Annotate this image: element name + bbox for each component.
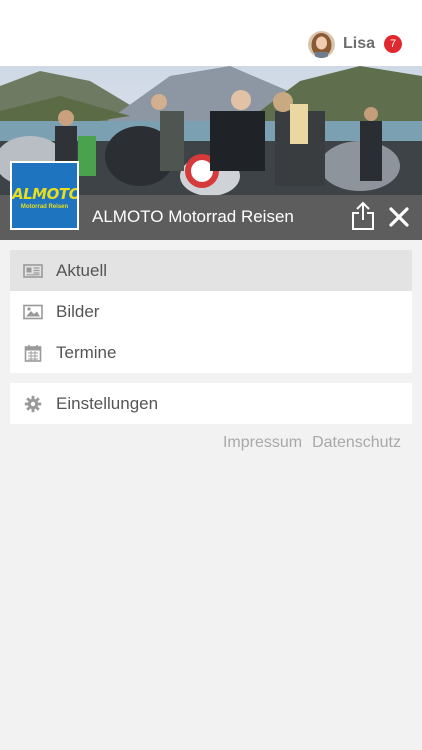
- calendar-icon: [10, 344, 56, 362]
- close-icon: [389, 207, 409, 227]
- page-title: ALMOTO Motorrad Reisen: [92, 207, 294, 226]
- menu-item-aktuell[interactable]: Aktuell: [10, 250, 412, 291]
- menu-item-einstellungen[interactable]: Einstellungen: [10, 383, 412, 424]
- main-menu: Aktuell Bilder Termine: [10, 250, 412, 373]
- footer-links: Impressum Datenschutz: [223, 434, 401, 452]
- menu-item-label: Aktuell: [56, 260, 108, 280]
- datenschutz-link[interactable]: Datenschutz: [312, 434, 401, 452]
- top-bar: Lisa 7: [0, 0, 422, 66]
- logo-subtext: Motorrad Reisen: [20, 204, 69, 210]
- gear-icon: [10, 395, 56, 413]
- notification-badge[interactable]: 7: [384, 35, 402, 53]
- app-logo: ALMOTO Motorrad Reisen: [10, 161, 79, 230]
- menu-item-bilder[interactable]: Bilder: [10, 291, 412, 332]
- hero-banner: ALMOTO Motorrad Reisen ALMOTO Motorrad R…: [0, 66, 422, 240]
- user-name[interactable]: Lisa: [343, 35, 375, 53]
- menu-item-label: Einstellungen: [56, 393, 159, 413]
- share-button[interactable]: [350, 201, 376, 231]
- image-icon: [10, 304, 56, 320]
- impressum-link[interactable]: Impressum: [223, 434, 302, 452]
- menu-item-label: Bilder: [56, 301, 100, 321]
- newspaper-icon: [10, 263, 56, 279]
- close-button[interactable]: [386, 204, 412, 230]
- share-icon: [352, 201, 374, 230]
- avatar[interactable]: [307, 30, 335, 58]
- logo-text: ALMOTO: [12, 185, 79, 203]
- user-menu[interactable]: Lisa 7: [307, 29, 402, 59]
- menu-item-label: Termine: [56, 342, 117, 362]
- menu-item-termine[interactable]: Termine: [10, 332, 412, 373]
- settings-menu: Einstellungen: [10, 383, 412, 424]
